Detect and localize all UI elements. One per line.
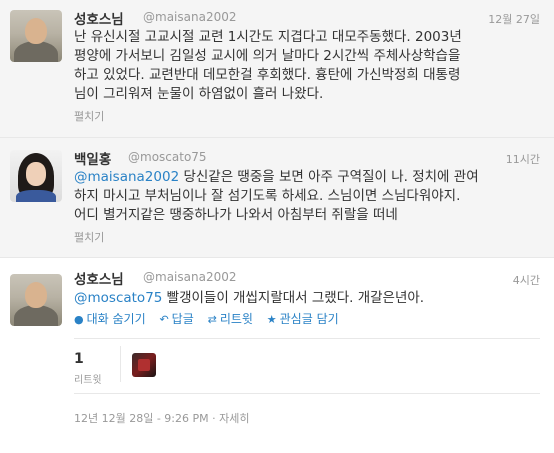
star-icon: ★ bbox=[266, 313, 277, 326]
conversation-icon: ● bbox=[74, 313, 84, 326]
favorite-button[interactable]: ★ 관심글 담기 bbox=[267, 310, 339, 327]
tweet-time[interactable]: 11시간 bbox=[506, 151, 540, 167]
hide-conversation-button[interactable]: ● 대화 숨기기 bbox=[74, 310, 146, 327]
author-name[interactable]: 성호스님 bbox=[74, 268, 124, 288]
retweet-count[interactable]: 1 bbox=[74, 351, 84, 367]
tweet-timestamp-details[interactable]: 12년 12월 28일 - 9:26 PM · 자세히 bbox=[74, 410, 249, 426]
expand-link[interactable]: 펼치기 bbox=[74, 229, 104, 245]
retweet-button[interactable]: ⇄ 리트윗 bbox=[208, 310, 253, 327]
avatar[interactable] bbox=[10, 274, 62, 326]
retweet-count-label: 리트윗 bbox=[74, 375, 102, 386]
author-handle[interactable]: @maisana2002 bbox=[143, 10, 236, 24]
retweeter-avatar[interactable] bbox=[132, 353, 156, 377]
author-handle[interactable]: @maisana2002 bbox=[143, 270, 236, 284]
tweet-item[interactable]: 성호스님 @maisana2002 12월 27일 난 유신시절 고교시절 교련… bbox=[0, 0, 554, 138]
author-name[interactable]: 성호스님 bbox=[74, 8, 124, 28]
mention-link[interactable]: @maisana2002 bbox=[74, 169, 179, 185]
retweet-icon: ⇄ bbox=[207, 313, 217, 326]
mention-link[interactable]: @moscato75 bbox=[74, 290, 162, 306]
tweet-text: @moscato75 빨갱이들이 개씹지랄대서 그랬다. 개갈은년아. bbox=[74, 290, 425, 306]
divider bbox=[74, 338, 540, 339]
tweet-item[interactable]: 백일홍 @moscato75 11시간 @maisana2002 당신같은 땡중… bbox=[0, 138, 554, 258]
tweet-time[interactable]: 12월 27일 bbox=[488, 11, 540, 27]
reply-icon: ↶ bbox=[159, 313, 169, 326]
author-handle[interactable]: @moscato75 bbox=[128, 150, 207, 164]
avatar[interactable] bbox=[10, 150, 62, 202]
tweet-time[interactable]: 4시간 bbox=[513, 272, 540, 288]
tweet-text: @maisana2002 당신같은 땡중을 보면 아주 구역질이 나. 정치에 … bbox=[74, 169, 479, 223]
tweet-item-expanded: 성호스님 @maisana2002 4시간 @moscato75 빨갱이들이 개… bbox=[0, 258, 554, 453]
tweet-text: 난 유신시절 고교시절 교련 1시간도 지겹다고 대모주동했다. 2003년 평… bbox=[74, 29, 462, 102]
expand-link[interactable]: 펼치기 bbox=[74, 108, 104, 124]
divider bbox=[74, 393, 540, 394]
reply-button[interactable]: ↶ 답글 bbox=[159, 310, 193, 327]
avatar[interactable] bbox=[10, 10, 62, 62]
tweet-actions: ● 대화 숨기기 ↶ 답글 ⇄ 리트윗 ★ 관심글 담기 bbox=[74, 310, 349, 330]
divider bbox=[120, 346, 121, 382]
author-name[interactable]: 백일홍 bbox=[74, 148, 111, 168]
